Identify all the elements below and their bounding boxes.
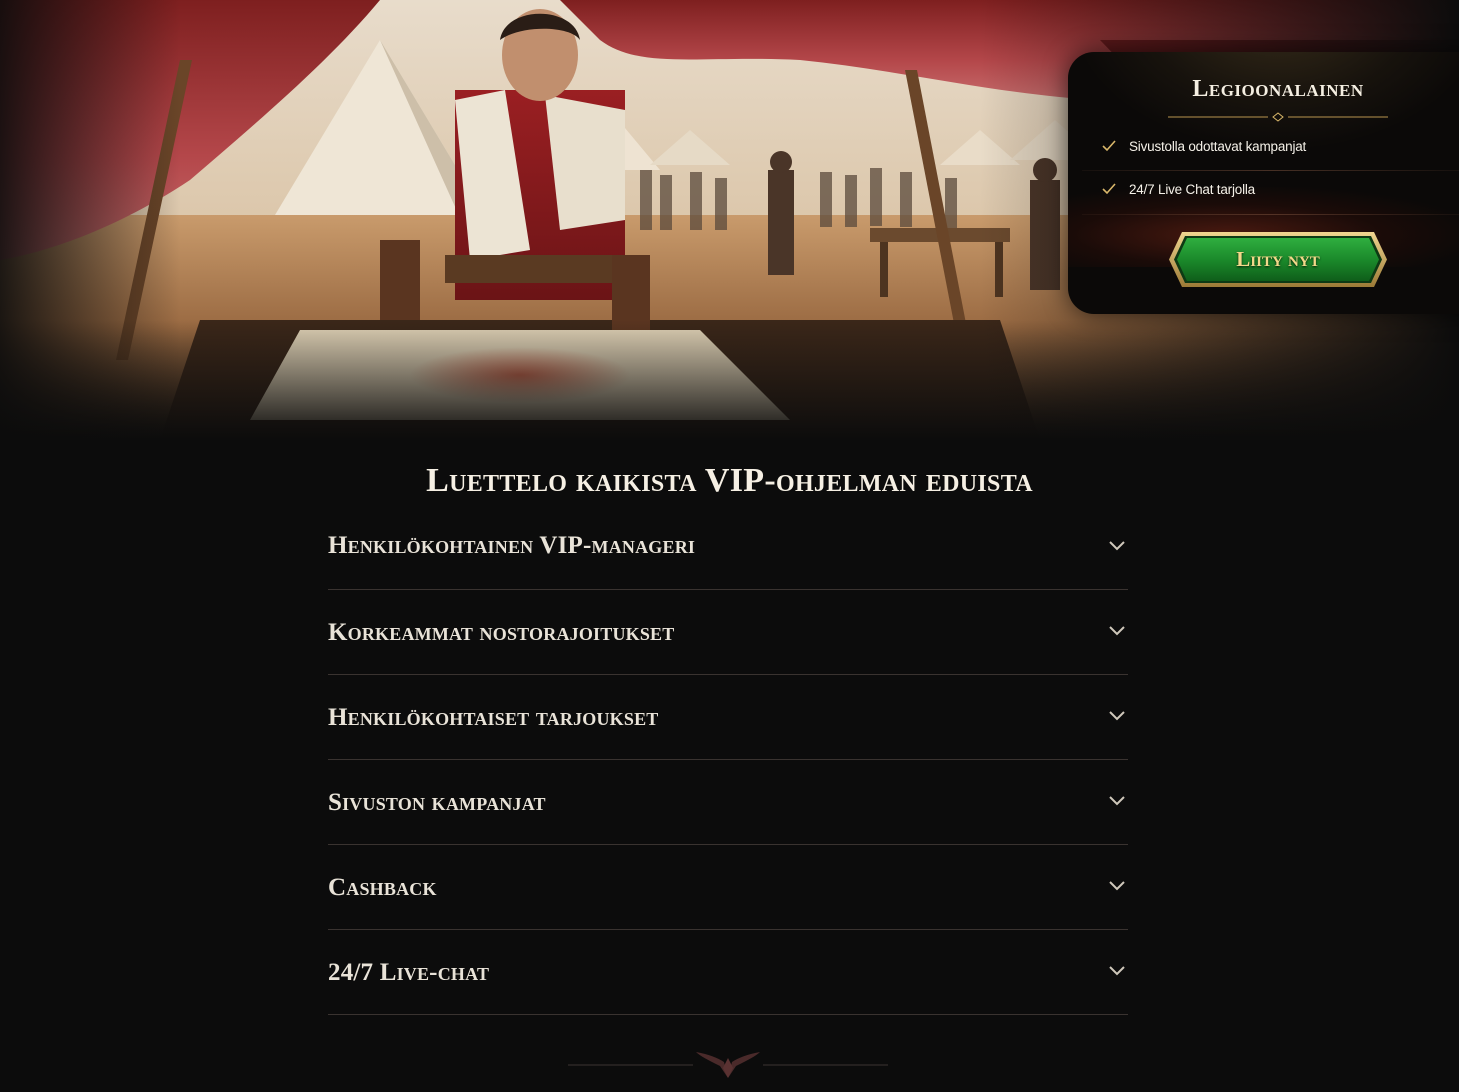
accordion-item-label: Cashback <box>328 874 437 901</box>
divider <box>1082 170 1459 171</box>
check-icon <box>1102 183 1116 195</box>
vip-level-title: Legioonalainen <box>1192 76 1364 102</box>
accordion-item[interactable]: Henkilökohtainen VIP-manageri <box>328 505 1128 590</box>
accordion-item-label: Henkilökohtaiset tarjoukset <box>328 704 659 731</box>
vip-benefit-item: 24/7 Live Chat tarjolla <box>1102 179 1255 199</box>
accordion-item[interactable]: Henkilökohtaiset tarjoukset <box>328 675 1128 760</box>
vip-benefit-label: 24/7 Live Chat tarjolla <box>1129 181 1255 197</box>
chevron-down-icon[interactable] <box>1108 964 1126 976</box>
vip-benefit-label: Sivustolla odottavat kampanjat <box>1129 138 1307 154</box>
accordion-item-label: Henkilökohtainen VIP-manageri <box>328 532 696 559</box>
accordion-item[interactable]: Cashback <box>328 845 1128 930</box>
chevron-down-icon[interactable] <box>1108 879 1126 891</box>
accordion-item-label: 24/7 Live-chat <box>328 959 490 986</box>
accordion-item[interactable]: Korkeammat nostorajoitukset <box>328 590 1128 675</box>
chevron-down-icon[interactable] <box>1108 794 1126 806</box>
vip-benefit-item: Sivustolla odottavat kampanjat <box>1102 136 1306 156</box>
vip-level-card: Legioonalainen Sivustolla odottavat kamp… <box>1068 52 1459 314</box>
chevron-down-icon[interactable] <box>1108 539 1126 551</box>
section-title: Luettelo kaikista VIP-ohjelman eduista <box>426 462 1033 499</box>
divider <box>1082 214 1459 215</box>
accordion-item-label: Sivuston kampanjat <box>328 789 546 816</box>
hero-banner: Legioonalainen Sivustolla odottavat kamp… <box>0 0 1459 440</box>
winged-emblem-icon <box>568 1052 888 1078</box>
accordion-item[interactable]: 24/7 Live-chat <box>328 930 1128 1015</box>
accordion-item[interactable]: Sivuston kampanjat <box>328 760 1128 845</box>
chevron-down-icon[interactable] <box>1108 709 1126 721</box>
accordion-item-label: Korkeammat nostorajoitukset <box>328 619 675 646</box>
check-icon <box>1102 140 1116 152</box>
title-ornament-icon <box>1168 112 1388 122</box>
benefits-accordion: Henkilökohtainen VIP-manageri Korkeammat… <box>328 505 1128 1015</box>
chevron-down-icon[interactable] <box>1108 624 1126 636</box>
join-now-button[interactable]: Liity nyt <box>1168 231 1388 288</box>
join-now-label: Liity nyt <box>1236 247 1320 271</box>
